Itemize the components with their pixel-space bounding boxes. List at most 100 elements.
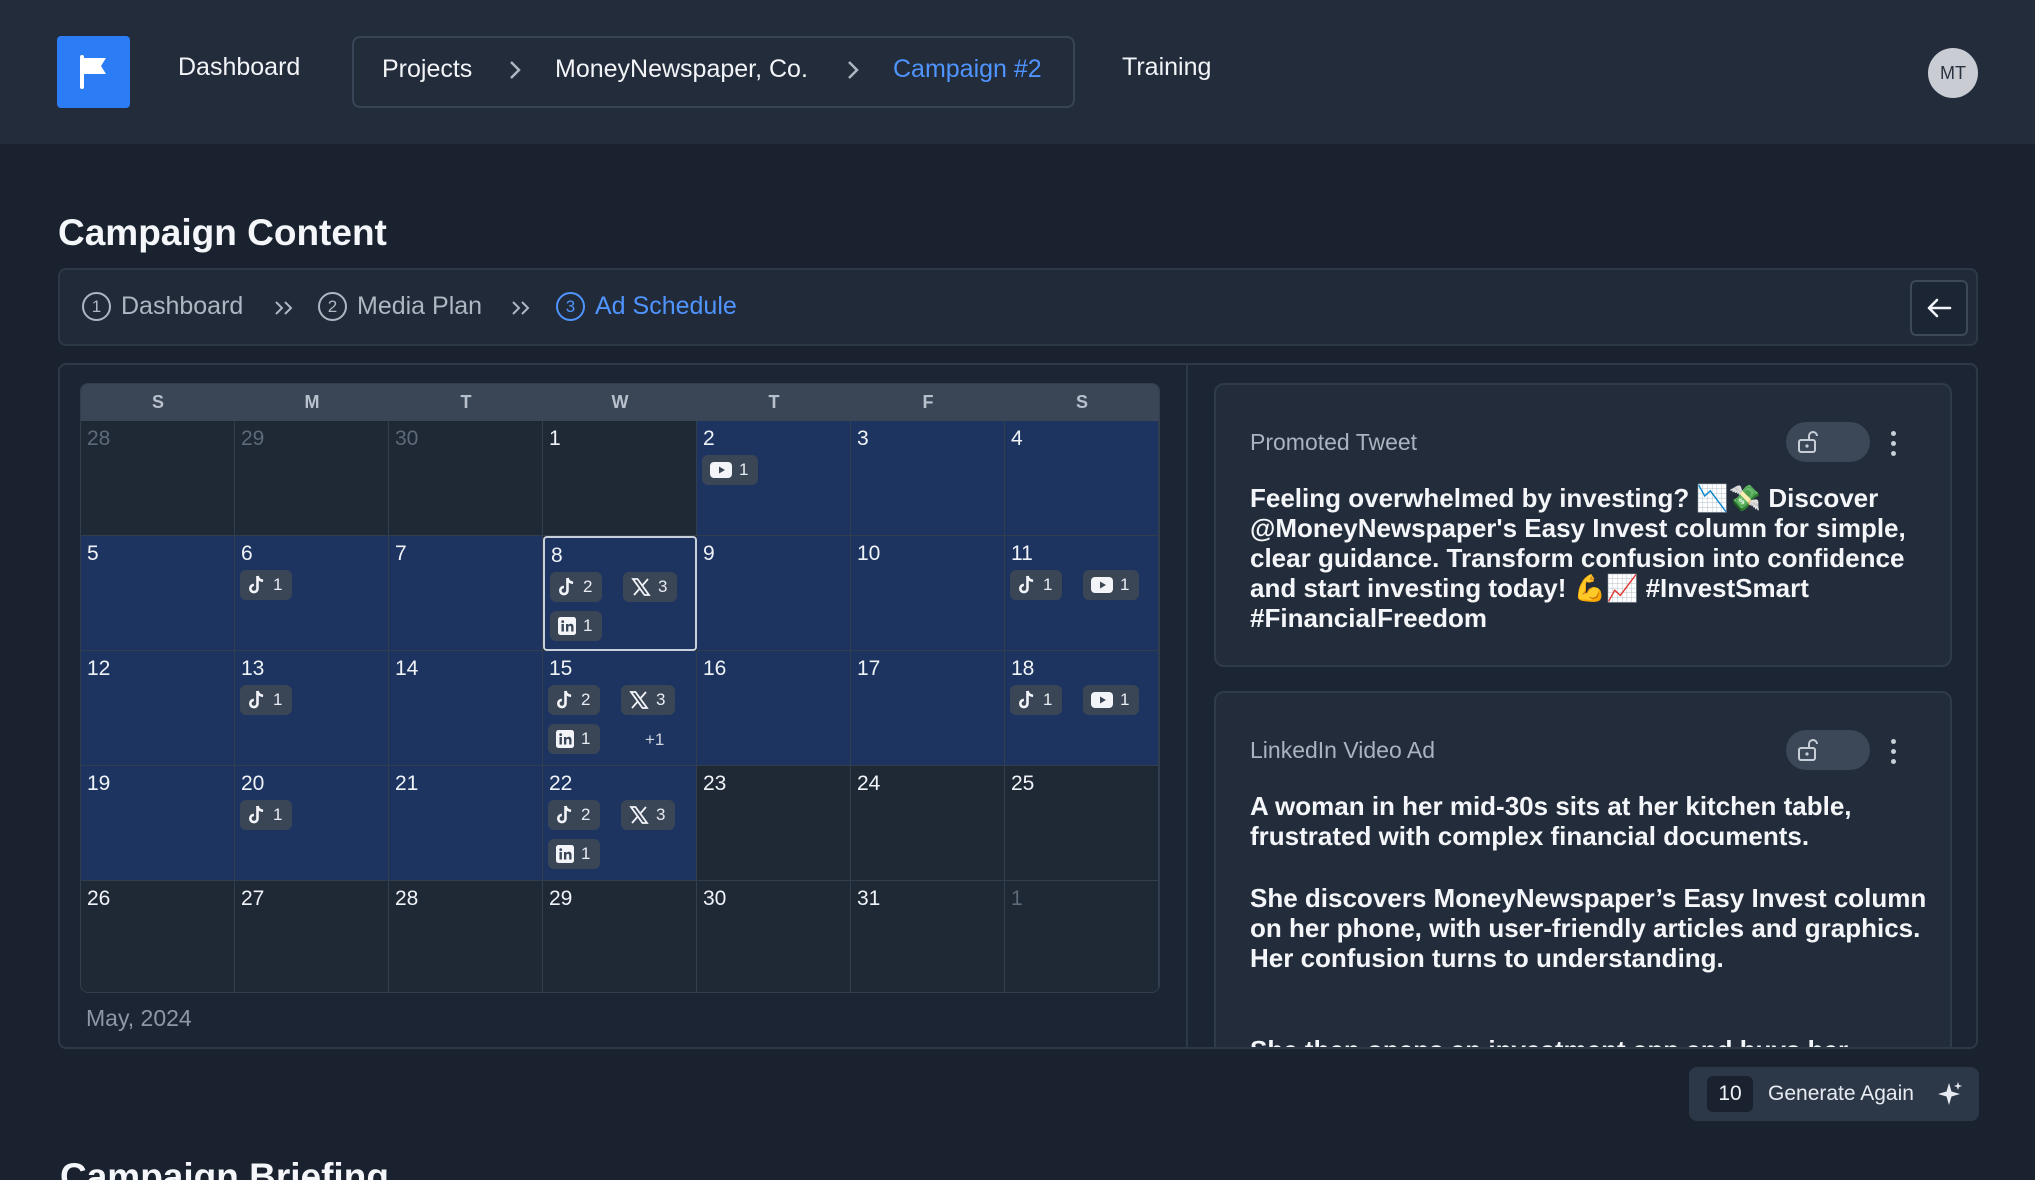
generate-again-button[interactable]: 10 Generate Again	[1689, 1067, 1979, 1121]
avatar[interactable]: MT	[1928, 48, 1978, 98]
post-count-chip[interactable]: 1	[240, 685, 293, 715]
lock-toggle[interactable]	[1786, 422, 1870, 462]
page-title: Campaign Content	[58, 212, 387, 253]
calendar-day[interactable]: 25	[1005, 766, 1159, 881]
day-number: 1	[1011, 887, 1023, 910]
day-number: 15	[549, 657, 573, 680]
step-number: 3	[556, 292, 585, 321]
calendar-day[interactable]: 31	[851, 881, 1005, 992]
schedule-panel: SMTWTFS 28 29 30 1 2 1 3 4 5 6 1 7 8 2 3 1 9 10 11 1 1 12 13 1 1…	[58, 363, 1978, 1049]
calendar-day[interactable]: 14	[389, 651, 543, 766]
calendar-day[interactable]: 15 2 3 1 +1	[543, 651, 697, 766]
post-count-chip[interactable]: 1	[550, 611, 603, 641]
step-ad-schedule[interactable]: 3 Ad Schedule	[556, 292, 737, 321]
calendar-day[interactable]: 28	[81, 421, 235, 536]
day-number: 5	[87, 542, 99, 565]
post-count-chip[interactable]: 3	[623, 572, 678, 602]
calendar-day[interactable]: 21	[697, 421, 851, 536]
breadcrumb-client[interactable]: MoneyNewspaper, Co.	[555, 55, 808, 84]
calendar-day[interactable]: 4	[1005, 421, 1159, 536]
ad-type-label: LinkedIn Video Ad	[1250, 737, 1436, 763]
calendar-day[interactable]: 9	[697, 536, 851, 651]
calendar-day[interactable]: 12	[81, 651, 235, 766]
calendar-day[interactable]: 28	[389, 881, 543, 992]
post-count-chip[interactable]: 1	[240, 800, 293, 830]
calendar-day[interactable]: 26	[81, 881, 235, 992]
post-count-chip[interactable]: 2	[548, 800, 601, 830]
post-count-chip[interactable]: 1	[1010, 570, 1063, 600]
step-dashboard[interactable]: 1 Dashboard	[82, 292, 243, 321]
post-count: 1	[1043, 575, 1053, 594]
day-number: 13	[241, 657, 265, 680]
day-number: 7	[395, 542, 407, 565]
post-count-chip[interactable]: 1	[1083, 685, 1140, 715]
back-button[interactable]	[1910, 280, 1968, 336]
post-count-chip[interactable]: 1	[702, 455, 759, 485]
post-count: 3	[656, 805, 666, 824]
post-count-chip[interactable]: 1	[1010, 685, 1063, 715]
day-number: 24	[857, 772, 881, 795]
calendar-day[interactable]: 27	[235, 881, 389, 992]
calendar-day[interactable]: 20 1	[235, 766, 389, 881]
calendar-day[interactable]: 17	[851, 651, 1005, 766]
tiktok-icon	[556, 690, 574, 710]
ad-paragraph: She then opens an investment app and buy…	[1250, 1035, 1930, 1047]
calendar-day[interactable]: 30	[389, 421, 543, 536]
sparkle-icon	[1938, 1082, 1962, 1105]
youtube-icon	[710, 462, 732, 478]
ad-card-linkedin-video[interactable]: LinkedIn Video Ad A woman in her mid-30s…	[1214, 691, 1952, 1047]
step-number: 1	[82, 292, 111, 321]
flag-logo-icon[interactable]	[57, 36, 130, 108]
calendar-day[interactable]: 3	[851, 421, 1005, 536]
day-number: 8	[551, 544, 563, 567]
ad-card-promoted-tweet[interactable]: Promoted Tweet Feeling overwhelmed by in…	[1214, 383, 1952, 667]
calendar-day[interactable]: 19	[81, 766, 235, 881]
calendar-day[interactable]: 8 2 3 1	[543, 536, 697, 651]
post-count-chip[interactable]: 3	[621, 685, 676, 715]
post-count-chip[interactable]: 1	[548, 839, 601, 869]
more-options-icon[interactable]	[1890, 431, 1898, 461]
calendar-day[interactable]: 29	[235, 421, 389, 536]
step-media-plan[interactable]: 2 Media Plan	[318, 292, 482, 321]
calendar-day[interactable]: 24	[851, 766, 1005, 881]
weekday-label: W	[611, 392, 629, 412]
post-count-chip[interactable]: 3	[621, 800, 676, 830]
post-count: 1	[1120, 575, 1130, 594]
post-count-chip[interactable]: 2	[548, 685, 601, 715]
breadcrumb-campaign[interactable]: Campaign #2	[893, 55, 1042, 84]
calendar-day[interactable]: 1	[543, 421, 697, 536]
lock-toggle[interactable]	[1786, 730, 1870, 770]
calendar-day[interactable]: 23	[697, 766, 851, 881]
calendar-day[interactable]: 10	[851, 536, 1005, 651]
nav-dashboard-link[interactable]: Dashboard	[178, 53, 300, 82]
calendar-day[interactable]: 61	[235, 536, 389, 651]
calendar-day[interactable]: 13 1	[235, 651, 389, 766]
day-number: 4	[1011, 427, 1023, 450]
post-count-chip[interactable]: 1	[548, 724, 601, 754]
calendar-day[interactable]: 5	[81, 536, 235, 651]
more-options-icon[interactable]	[1890, 739, 1898, 769]
nav-training-link[interactable]: Training	[1122, 53, 1211, 82]
calendar-day[interactable]: 21	[389, 766, 543, 881]
calendar-day[interactable]: 16	[697, 651, 851, 766]
calendar-day[interactable]: 22 2 3 1	[543, 766, 697, 881]
tiktok-icon	[248, 805, 266, 825]
double-chevron-right-icon	[275, 301, 293, 315]
youtube-icon	[1091, 692, 1113, 708]
post-count: 2	[583, 577, 593, 596]
post-count: 2	[581, 690, 591, 709]
tiktok-icon	[558, 577, 576, 597]
post-count-chip[interactable]: 2	[550, 572, 603, 602]
post-count-chip[interactable]: 1	[240, 570, 293, 600]
breadcrumb-projects[interactable]: Projects	[382, 55, 472, 84]
calendar-day[interactable]: 7	[389, 536, 543, 651]
weekday-label: T	[768, 392, 780, 412]
post-count-chip[interactable]: 1	[1083, 570, 1140, 600]
calendar-day[interactable]: 30	[697, 881, 851, 992]
calendar-day[interactable]: 18 1 1	[1005, 651, 1159, 766]
day-number: 30	[703, 887, 727, 910]
calendar-day[interactable]: 29	[543, 881, 697, 992]
calendar-day[interactable]: 11 1 1	[1005, 536, 1159, 651]
more-posts-link[interactable]: +1	[645, 730, 664, 750]
calendar-day[interactable]: 1	[1005, 881, 1159, 992]
